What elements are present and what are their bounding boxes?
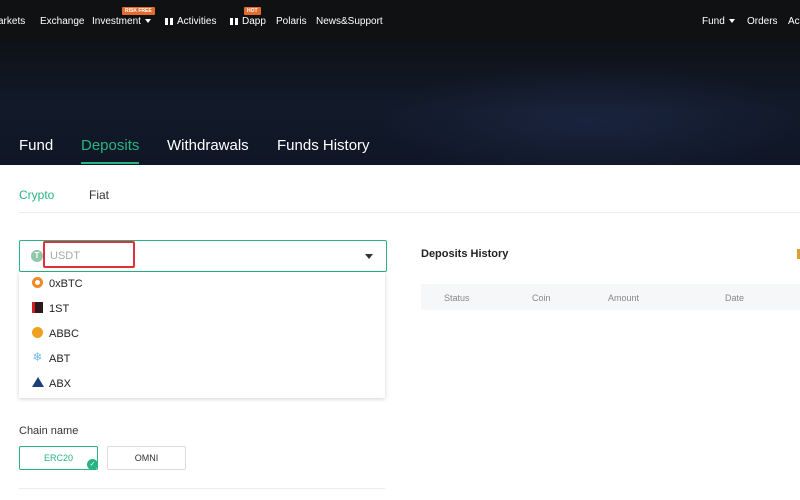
- tether-icon: T: [31, 250, 43, 262]
- 0xbtc-icon: [32, 277, 43, 288]
- hot-badge: HOT: [244, 7, 261, 15]
- tab-fund[interactable]: Fund: [19, 137, 53, 154]
- hero-glow: [380, 62, 800, 165]
- abx-icon: [32, 377, 44, 387]
- nav-fund-label: Fund: [702, 16, 725, 27]
- nav-markets[interactable]: arkets: [0, 16, 25, 27]
- chevron-down-icon: [728, 19, 735, 24]
- nav-news-support[interactable]: News&Support: [316, 16, 383, 27]
- coin-option-label: 0xBTC: [49, 278, 83, 290]
- nav-orders[interactable]: Orders: [747, 16, 778, 27]
- nav-dapp-label: Dapp: [242, 16, 266, 27]
- nav-investment[interactable]: RISK FREE Investment: [92, 7, 155, 27]
- coin-dropdown: 0xBTC 1ST ABBC ❄ ABT ABX: [19, 272, 385, 398]
- 1st-icon: [32, 302, 43, 313]
- coin-option-label: ABT: [49, 353, 71, 365]
- column-header: Coin: [532, 293, 551, 303]
- check-icon: ✓: [87, 459, 98, 470]
- chain-option-erc20[interactable]: ERC20 ✓: [19, 446, 98, 470]
- coin-option-label: 1ST: [49, 303, 70, 315]
- nav-fund[interactable]: Fund: [702, 16, 735, 27]
- abt-icon: ❄: [32, 350, 43, 364]
- nav-dapp[interactable]: HOT Dapp: [230, 7, 266, 27]
- coin-option[interactable]: ABBC: [19, 322, 385, 347]
- tab-deposits[interactable]: Deposits: [81, 137, 139, 154]
- risk-free-badge: RISK FREE: [122, 7, 155, 15]
- chain-name-label: Chain name: [19, 425, 79, 437]
- deposits-history-title: Deposits History: [421, 248, 509, 260]
- history-table-header: Status Coin Amount Date: [421, 284, 800, 310]
- coin-option[interactable]: ❄ ABT: [19, 347, 385, 372]
- coin-option[interactable]: ABX: [19, 372, 385, 397]
- gift-icon: [165, 18, 173, 25]
- coin-option-label: ABX: [49, 378, 72, 390]
- nav-polaris[interactable]: Polaris: [276, 16, 307, 27]
- nav-activities-label: Activities: [177, 16, 217, 27]
- nav-account[interactable]: Acc: [788, 16, 800, 27]
- active-tab-underline: [81, 162, 139, 164]
- tab-funds-history[interactable]: Funds History: [277, 137, 370, 154]
- caret-up-icon: [365, 254, 373, 259]
- highlight-box: [43, 241, 135, 268]
- nav-investment-label: Investment: [92, 16, 141, 27]
- coin-option[interactable]: 1ST: [19, 297, 385, 322]
- column-header: Date: [725, 293, 745, 303]
- chain-option-label: ERC20: [43, 453, 73, 463]
- coin-option[interactable]: 0xBTC: [19, 272, 385, 297]
- tab-withdrawals[interactable]: Withdrawals: [167, 137, 249, 154]
- coin-option-label: ABBC: [49, 328, 79, 340]
- nav-exchange[interactable]: Exchange: [40, 16, 84, 27]
- divider: [19, 488, 385, 489]
- subtab-fiat[interactable]: Fiat: [89, 188, 109, 202]
- chain-option-omni[interactable]: OMNI: [107, 446, 186, 470]
- top-nav: arkets Exchange RISK FREE Investment Act…: [0, 0, 800, 42]
- subtab-crypto[interactable]: Crypto: [19, 188, 54, 202]
- nav-activities[interactable]: Activities: [165, 16, 216, 27]
- abbc-icon: [32, 327, 43, 338]
- column-header: Status: [444, 293, 470, 303]
- chain-option-label: OMNI: [134, 453, 159, 463]
- gift-icon: [230, 18, 238, 25]
- column-header: Amount: [608, 293, 640, 303]
- chevron-down-icon: [144, 19, 151, 24]
- divider: [19, 212, 800, 213]
